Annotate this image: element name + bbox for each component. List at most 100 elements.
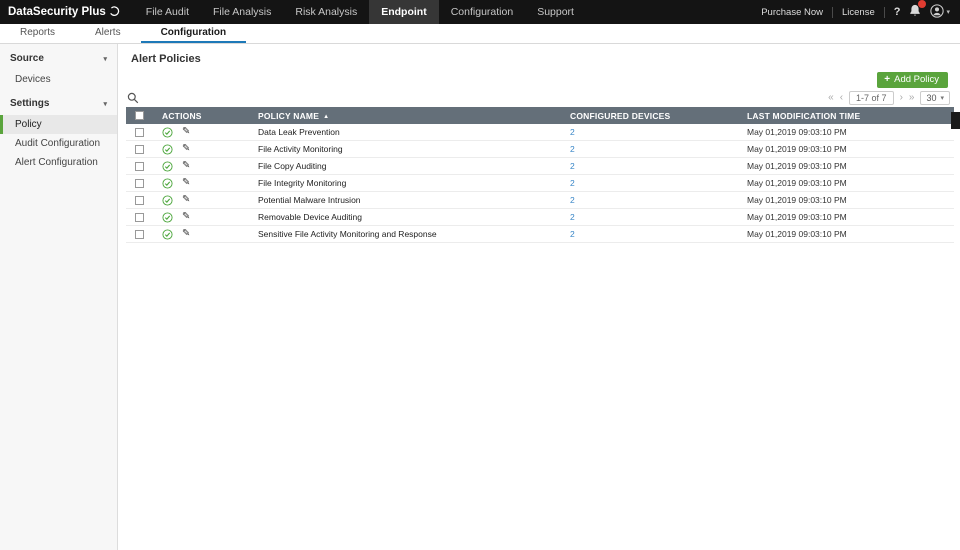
table-row: ✎ File Copy Auditing 2 May 01,2019 09:03… [126,158,954,175]
page-title: Alert Policies [131,53,201,65]
purchase-now-link[interactable]: Purchase Now [761,7,823,18]
alert-policies-table: ACTIONS POLICY NAME ▲ CONFIGURED DEVICES … [126,107,954,243]
header-policy-name[interactable]: POLICY NAME ▲ [248,111,560,121]
sidebar-section-source[interactable]: Source ▾ [0,44,117,70]
sidebar-item-devices[interactable]: Devices [0,70,117,89]
edit-policy-icon[interactable]: ✎ [182,144,190,154]
policy-name: Removable Device Auditing [258,212,362,222]
row-checkbox[interactable] [135,229,144,239]
configured-devices-link[interactable]: 2 [570,144,575,154]
tab-reports[interactable]: Reports [0,24,75,43]
plus-icon: + [884,74,891,85]
last-modification-time: May 01,2019 09:03:10 PM [747,161,847,171]
page-size-value: 30 [926,93,937,103]
chevron-down-icon: ▾ [940,95,944,102]
sidebar-item-policy[interactable]: Policy [0,115,117,134]
nav-file-audit[interactable]: File Audit [134,0,201,24]
row-checkbox[interactable] [135,127,144,137]
top-bar-right: Purchase Now License ? ▾ [761,0,960,24]
last-modification-time: May 01,2019 09:03:10 PM [747,127,847,137]
edit-policy-icon[interactable]: ✎ [182,195,190,205]
chevron-down-icon: ▾ [103,100,107,108]
pagination: « ‹ 1-7 of 7 › » 30 ▾ [828,91,950,105]
scrollbar-corner[interactable] [951,112,960,129]
last-modification-time: May 01,2019 09:03:10 PM [747,144,847,154]
table-row: ✎ File Integrity Monitoring 2 May 01,201… [126,175,954,192]
pagination-last-button[interactable]: » [909,93,915,103]
row-checkbox[interactable] [135,161,144,171]
page-size-select[interactable]: 30 ▾ [920,91,950,105]
logo-swoosh-icon [109,5,120,19]
configured-devices-link[interactable]: 2 [570,161,575,171]
table-row: ✎ Potential Malware Intrusion 2 May 01,2… [126,192,954,209]
table-row: ✎ Data Leak Prevention 2 May 01,2019 09:… [126,124,954,141]
policy-name: Sensitive File Activity Monitoring and R… [258,229,437,239]
edit-policy-icon[interactable]: ✎ [182,161,190,171]
configured-devices-link[interactable]: 2 [570,212,575,222]
last-modification-time: May 01,2019 09:03:10 PM [747,195,847,205]
table-row: ✎ Removable Device Auditing 2 May 01,201… [126,209,954,226]
enable-policy-icon[interactable] [162,211,173,223]
table-row: ✎ Sensitive File Activity Monitoring and… [126,226,954,243]
add-policy-button-label: Add Policy [894,74,939,85]
configured-devices-link[interactable]: 2 [570,127,575,137]
row-checkbox[interactable] [135,178,144,188]
license-link[interactable]: License [842,7,875,18]
configured-devices-link[interactable]: 2 [570,229,575,239]
policy-name: File Copy Auditing [258,161,327,171]
divider [832,6,833,18]
sidebar: Source ▾ Devices Settings ▾ Policy Audit… [0,44,118,550]
configured-devices-link[interactable]: 2 [570,195,575,205]
tab-configuration[interactable]: Configuration [140,24,247,43]
button-row: + Add Policy [119,65,960,88]
configured-devices-link[interactable]: 2 [570,178,575,188]
sidebar-section-source-label: Source [10,53,44,64]
notification-badge [918,0,927,8]
enable-policy-icon[interactable] [162,228,173,240]
row-checkbox[interactable] [135,212,144,222]
top-nav: File Audit File Analysis Risk Analysis E… [134,0,586,24]
table-row: ✎ File Activity Monitoring 2 May 01,2019… [126,141,954,158]
row-checkbox[interactable] [135,144,144,154]
select-all-checkbox[interactable] [135,111,144,120]
enable-policy-icon[interactable] [162,194,173,206]
header-last-modification-time: LAST MODIFICATION TIME [747,110,861,121]
search-icon[interactable] [127,92,139,104]
nav-support[interactable]: Support [525,0,586,24]
edit-policy-icon[interactable]: ✎ [182,127,190,137]
policy-name: File Integrity Monitoring [258,178,347,188]
pagination-next-button[interactable]: › [900,93,903,103]
sidebar-item-audit-configuration[interactable]: Audit Configuration [0,134,117,153]
enable-policy-icon[interactable] [162,177,173,189]
edit-policy-icon[interactable]: ✎ [182,212,190,222]
nav-endpoint[interactable]: Endpoint [369,0,439,24]
nav-risk-analysis[interactable]: Risk Analysis [283,0,369,24]
sort-asc-icon: ▲ [323,113,330,120]
row-checkbox[interactable] [135,195,144,205]
sidebar-item-alert-configuration[interactable]: Alert Configuration [0,153,117,172]
nav-file-analysis[interactable]: File Analysis [201,0,283,24]
chevron-down-icon: ▾ [946,9,950,16]
help-icon[interactable]: ? [894,6,901,18]
divider [883,6,885,18]
top-bar: DataSecurity Plus File Audit File Analys… [0,0,960,24]
chevron-down-icon: ▾ [103,55,107,63]
edit-policy-icon[interactable]: ✎ [182,229,190,239]
edit-policy-icon[interactable]: ✎ [182,178,190,188]
sidebar-section-settings-label: Settings [10,98,50,109]
nav-configuration[interactable]: Configuration [439,0,525,24]
avatar-icon [930,3,945,21]
add-policy-button[interactable]: + Add Policy [877,72,948,88]
pagination-prev-button[interactable]: ‹ [840,93,843,103]
header-configured-devices: CONFIGURED DEVICES [570,110,671,121]
enable-policy-icon[interactable] [162,160,173,172]
sidebar-section-settings[interactable]: Settings ▾ [0,89,117,115]
user-menu-button[interactable]: ▾ [930,3,950,21]
last-modification-time: May 01,2019 09:03:10 PM [747,229,847,239]
notifications-button[interactable] [909,0,927,20]
enable-policy-icon[interactable] [162,126,173,138]
tab-alerts[interactable]: Alerts [75,24,141,43]
main-content: Alert Policies + Add Policy « ‹ 1-7 of 7… [119,44,960,550]
pagination-first-button[interactable]: « [828,93,834,103]
enable-policy-icon[interactable] [162,143,173,155]
